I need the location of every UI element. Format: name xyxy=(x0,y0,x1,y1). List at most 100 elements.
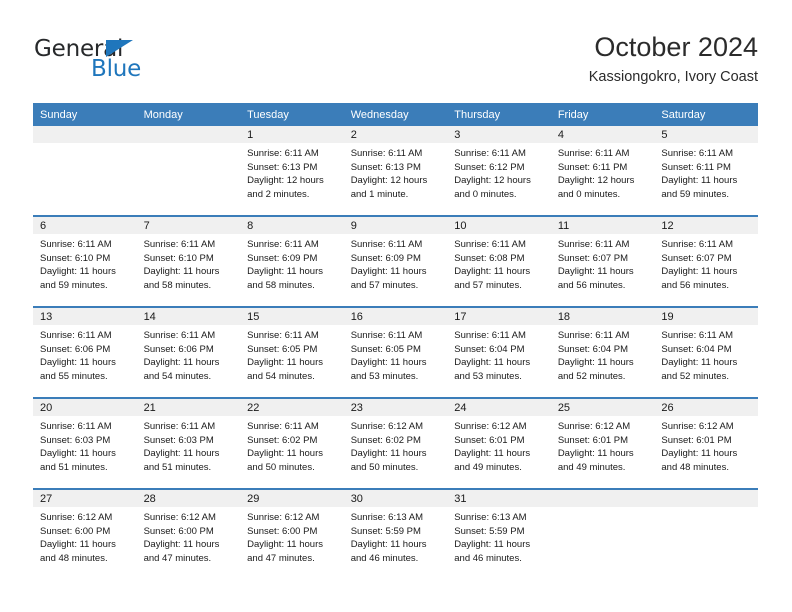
day-details: Sunrise: 6:11 AM Sunset: 6:07 PM Daylight:… xyxy=(551,234,655,292)
sunrise-text: Sunrise: 6:11 AM xyxy=(557,239,630,250)
sunset-text: Sunset: 6:09 PM xyxy=(247,252,318,264)
calendar-day-cell[interactable]: 29 Sunrise: 6:12 AM Sunset: 6:00 PM Dayligh… xyxy=(240,488,344,579)
day-details: Sunrise: 6:12 AM Sunset: 6:01 PM Daylight:… xyxy=(551,416,655,474)
calendar-day-cell[interactable]: 31 Sunrise: 6:13 AM Sunset: 5:59 PM Dayligh… xyxy=(447,488,551,579)
day-cell-inner: 1 Sunrise: 6:11 AM Sunset: 6:13 PM Daylight… xyxy=(240,126,344,215)
calendar-day-cell[interactable]: 17 Sunrise: 6:11 AM Sunset: 6:04 PM Dayligh… xyxy=(447,306,551,398)
day-number: 23 xyxy=(343,399,448,416)
calendar-day-cell[interactable]: 4 Sunrise: 6:11 AM Sunset: 6:11 PM Daylight… xyxy=(550,126,655,216)
sunrise-text: Sunrise: 6:11 AM xyxy=(143,421,216,432)
calendar-day-cell[interactable]: 6 Sunrise: 6:11 AM Sunset: 6:10 PM Daylight… xyxy=(33,215,137,307)
daylight-text-line2: and 49 minutes. xyxy=(454,461,522,473)
sunset-text: Sunset: 6:09 PM xyxy=(350,252,421,264)
day-cell-inner: 13 Sunrise: 6:11 AM Sunset: 6:06 PM Dayligh… xyxy=(33,308,137,397)
day-cell-inner: 10 Sunrise: 6:11 AM Sunset: 6:08 PM Dayligh… xyxy=(447,217,551,306)
day-cell-inner: 8 Sunrise: 6:11 AM Sunset: 6:09 PM Daylight… xyxy=(240,217,344,306)
day-number: 16 xyxy=(343,308,448,325)
daylight-text-line2: and 50 minutes. xyxy=(350,461,419,473)
calendar-day-cell[interactable]: 21 Sunrise: 6:11 AM Sunset: 6:03 PM Dayligh… xyxy=(136,397,241,489)
daylight-text-line1: Daylight: 11 hours xyxy=(350,357,427,369)
calendar-day-cell[interactable]: 25 Sunrise: 6:12 AM Sunset: 6:01 PM Dayligh… xyxy=(550,397,655,489)
sunset-text: Sunset: 6:04 PM xyxy=(454,343,525,355)
sunrise-text: Sunrise: 6:11 AM xyxy=(350,239,423,250)
calendar-day-cell[interactable]: 3 Sunrise: 6:11 AM Sunset: 6:12 PM Daylight… xyxy=(447,126,551,216)
day-details: Sunrise: 6:11 AM Sunset: 6:09 PM Daylight:… xyxy=(344,234,448,292)
daylight-text-line1: Daylight: 11 hours xyxy=(143,266,220,278)
day-number: 13 xyxy=(33,308,137,325)
daylight-text-line2: and 53 minutes. xyxy=(350,370,419,382)
day-number: 7 xyxy=(136,217,241,234)
calendar-day-cell[interactable]: 27 Sunrise: 6:12 AM Sunset: 6:00 PM Dayligh… xyxy=(33,488,137,579)
day-cell-inner: 7 Sunrise: 6:11 AM Sunset: 6:10 PM Daylight… xyxy=(136,217,241,306)
calendar-day-cell[interactable]: 5 Sunrise: 6:11 AM Sunset: 6:11 PM Daylight… xyxy=(654,126,758,216)
sunset-text: Sunset: 6:10 PM xyxy=(143,252,214,264)
daylight-text-line1: Daylight: 11 hours xyxy=(661,357,738,369)
page-header: General Blue October 2024 Kassiongokro, … xyxy=(34,30,758,100)
day-details: Sunrise: 6:12 AM Sunset: 6:00 PM Daylight:… xyxy=(137,507,241,565)
calendar-day-cell[interactable]: 19 Sunrise: 6:11 AM Sunset: 6:04 PM Dayligh… xyxy=(654,306,758,398)
daylight-text-line1: Daylight: 11 hours xyxy=(40,266,116,278)
calendar-day-cell[interactable]: 12 Sunrise: 6:11 AM Sunset: 6:07 PM Dayligh… xyxy=(654,215,758,307)
day-number: 10 xyxy=(447,217,551,234)
day-number: 6 xyxy=(33,217,137,234)
sunset-text: Sunset: 6:01 PM xyxy=(454,434,525,446)
calendar-day-cell[interactable]: 7 Sunrise: 6:11 AM Sunset: 6:10 PM Daylight… xyxy=(136,215,241,307)
calendar-day-cell[interactable]: 9 Sunrise: 6:11 AM Sunset: 6:09 PM Daylight… xyxy=(343,215,448,307)
calendar-day-cell[interactable]: 18 Sunrise: 6:11 AM Sunset: 6:04 PM Dayligh… xyxy=(550,306,655,398)
daylight-text-line1: Daylight: 11 hours xyxy=(557,266,634,278)
day-cell-inner: 27 Sunrise: 6:12 AM Sunset: 6:00 PM Dayligh… xyxy=(33,490,137,579)
logo-triangle-icon xyxy=(106,40,133,57)
daylight-text-line1: Daylight: 11 hours xyxy=(247,266,323,278)
weekday-header-monday: Monday xyxy=(136,103,241,126)
calendar-day-cell[interactable]: 11 Sunrise: 6:11 AM Sunset: 6:07 PM Dayligh… xyxy=(550,215,655,307)
day-details: Sunrise: 6:11 AM Sunset: 6:05 PM Daylight:… xyxy=(344,325,448,383)
page-title: October 2024 xyxy=(594,32,758,62)
calendar-day-cell[interactable]: 24 Sunrise: 6:12 AM Sunset: 6:01 PM Dayligh… xyxy=(447,397,551,489)
calendar-day-cell[interactable]: 28 Sunrise: 6:12 AM Sunset: 6:00 PM Dayligh… xyxy=(136,488,241,579)
calendar-day-cell[interactable] xyxy=(136,126,241,216)
calendar-day-cell[interactable]: 2 Sunrise: 6:11 AM Sunset: 6:13 PM Daylight… xyxy=(343,126,448,216)
calendar-day-cell[interactable]: 15 Sunrise: 6:11 AM Sunset: 6:05 PM Dayligh… xyxy=(240,306,344,398)
daylight-text-line1: Daylight: 11 hours xyxy=(350,539,427,551)
calendar-day-cell[interactable]: 1 Sunrise: 6:11 AM Sunset: 6:13 PM Daylight… xyxy=(240,126,344,216)
sunset-text: Sunset: 6:10 PM xyxy=(40,252,111,264)
calendar-day-cell[interactable]: 20 Sunrise: 6:11 AM Sunset: 6:03 PM Dayligh… xyxy=(33,397,137,489)
daylight-text-line2: and 47 minutes. xyxy=(247,552,315,564)
calendar-day-cell[interactable] xyxy=(33,126,137,216)
day-cell-inner: 31 Sunrise: 6:13 AM Sunset: 5:59 PM Dayligh… xyxy=(447,490,551,579)
day-cell-inner: 26 Sunrise: 6:12 AM Sunset: 6:01 PM Dayligh… xyxy=(654,399,758,488)
day-details: Sunrise: 6:12 AM Sunset: 6:00 PM Daylight:… xyxy=(240,507,344,565)
day-cell-inner: 15 Sunrise: 6:11 AM Sunset: 6:05 PM Dayligh… xyxy=(240,308,344,397)
calendar-table: Sunday Monday Tuesday Wednesday Thursday… xyxy=(33,103,758,579)
logo-text-blue: Blue xyxy=(91,56,142,82)
calendar-day-cell[interactable] xyxy=(550,488,655,579)
calendar-day-cell[interactable] xyxy=(654,488,758,579)
calendar-day-cell[interactable]: 8 Sunrise: 6:11 AM Sunset: 6:09 PM Daylight… xyxy=(240,215,344,307)
calendar-day-cell[interactable]: 26 Sunrise: 6:12 AM Sunset: 6:01 PM Dayligh… xyxy=(654,397,758,489)
daylight-text-line2: and 1 minute. xyxy=(350,188,409,200)
day-cell-inner: 29 Sunrise: 6:12 AM Sunset: 6:00 PM Dayligh… xyxy=(240,490,344,579)
day-cell-inner: 16 Sunrise: 6:11 AM Sunset: 6:05 PM Dayligh… xyxy=(343,308,448,397)
daylight-text-line2: and 58 minutes. xyxy=(247,279,315,291)
daylight-text-line2: and 59 minutes. xyxy=(40,279,108,291)
calendar-day-cell[interactable]: 14 Sunrise: 6:11 AM Sunset: 6:06 PM Dayligh… xyxy=(136,306,241,398)
calendar-day-cell[interactable]: 23 Sunrise: 6:12 AM Sunset: 6:02 PM Dayligh… xyxy=(343,397,448,489)
calendar-day-cell[interactable]: 10 Sunrise: 6:11 AM Sunset: 6:08 PM Dayligh… xyxy=(447,215,551,307)
calendar-day-cell[interactable]: 30 Sunrise: 6:13 AM Sunset: 5:59 PM Dayligh… xyxy=(343,488,448,579)
day-cell-inner: 30 Sunrise: 6:13 AM Sunset: 5:59 PM Dayligh… xyxy=(343,490,448,579)
calendar-day-cell[interactable]: 13 Sunrise: 6:11 AM Sunset: 6:06 PM Dayligh… xyxy=(33,306,137,398)
day-number: 25 xyxy=(550,399,655,416)
daylight-text-line1: Daylight: 11 hours xyxy=(557,357,634,369)
day-cell-inner: 17 Sunrise: 6:11 AM Sunset: 6:04 PM Dayligh… xyxy=(447,308,551,397)
sunrise-text: Sunrise: 6:12 AM xyxy=(247,512,320,523)
daylight-text-line1: Daylight: 11 hours xyxy=(454,539,531,551)
day-number: 1 xyxy=(240,126,344,143)
daylight-text-line2: and 50 minutes. xyxy=(247,461,315,473)
sunset-text: Sunset: 6:13 PM xyxy=(247,161,318,173)
daylight-text-line2: and 48 minutes. xyxy=(40,552,108,564)
sunrise-text: Sunrise: 6:13 AM xyxy=(350,512,424,523)
sunrise-text: Sunrise: 6:12 AM xyxy=(350,421,424,432)
calendar-day-cell[interactable]: 22 Sunrise: 6:11 AM Sunset: 6:02 PM Dayligh… xyxy=(240,397,344,489)
calendar-day-cell[interactable]: 16 Sunrise: 6:11 AM Sunset: 6:05 PM Dayligh… xyxy=(343,306,448,398)
sunrise-text: Sunrise: 6:11 AM xyxy=(247,421,319,432)
